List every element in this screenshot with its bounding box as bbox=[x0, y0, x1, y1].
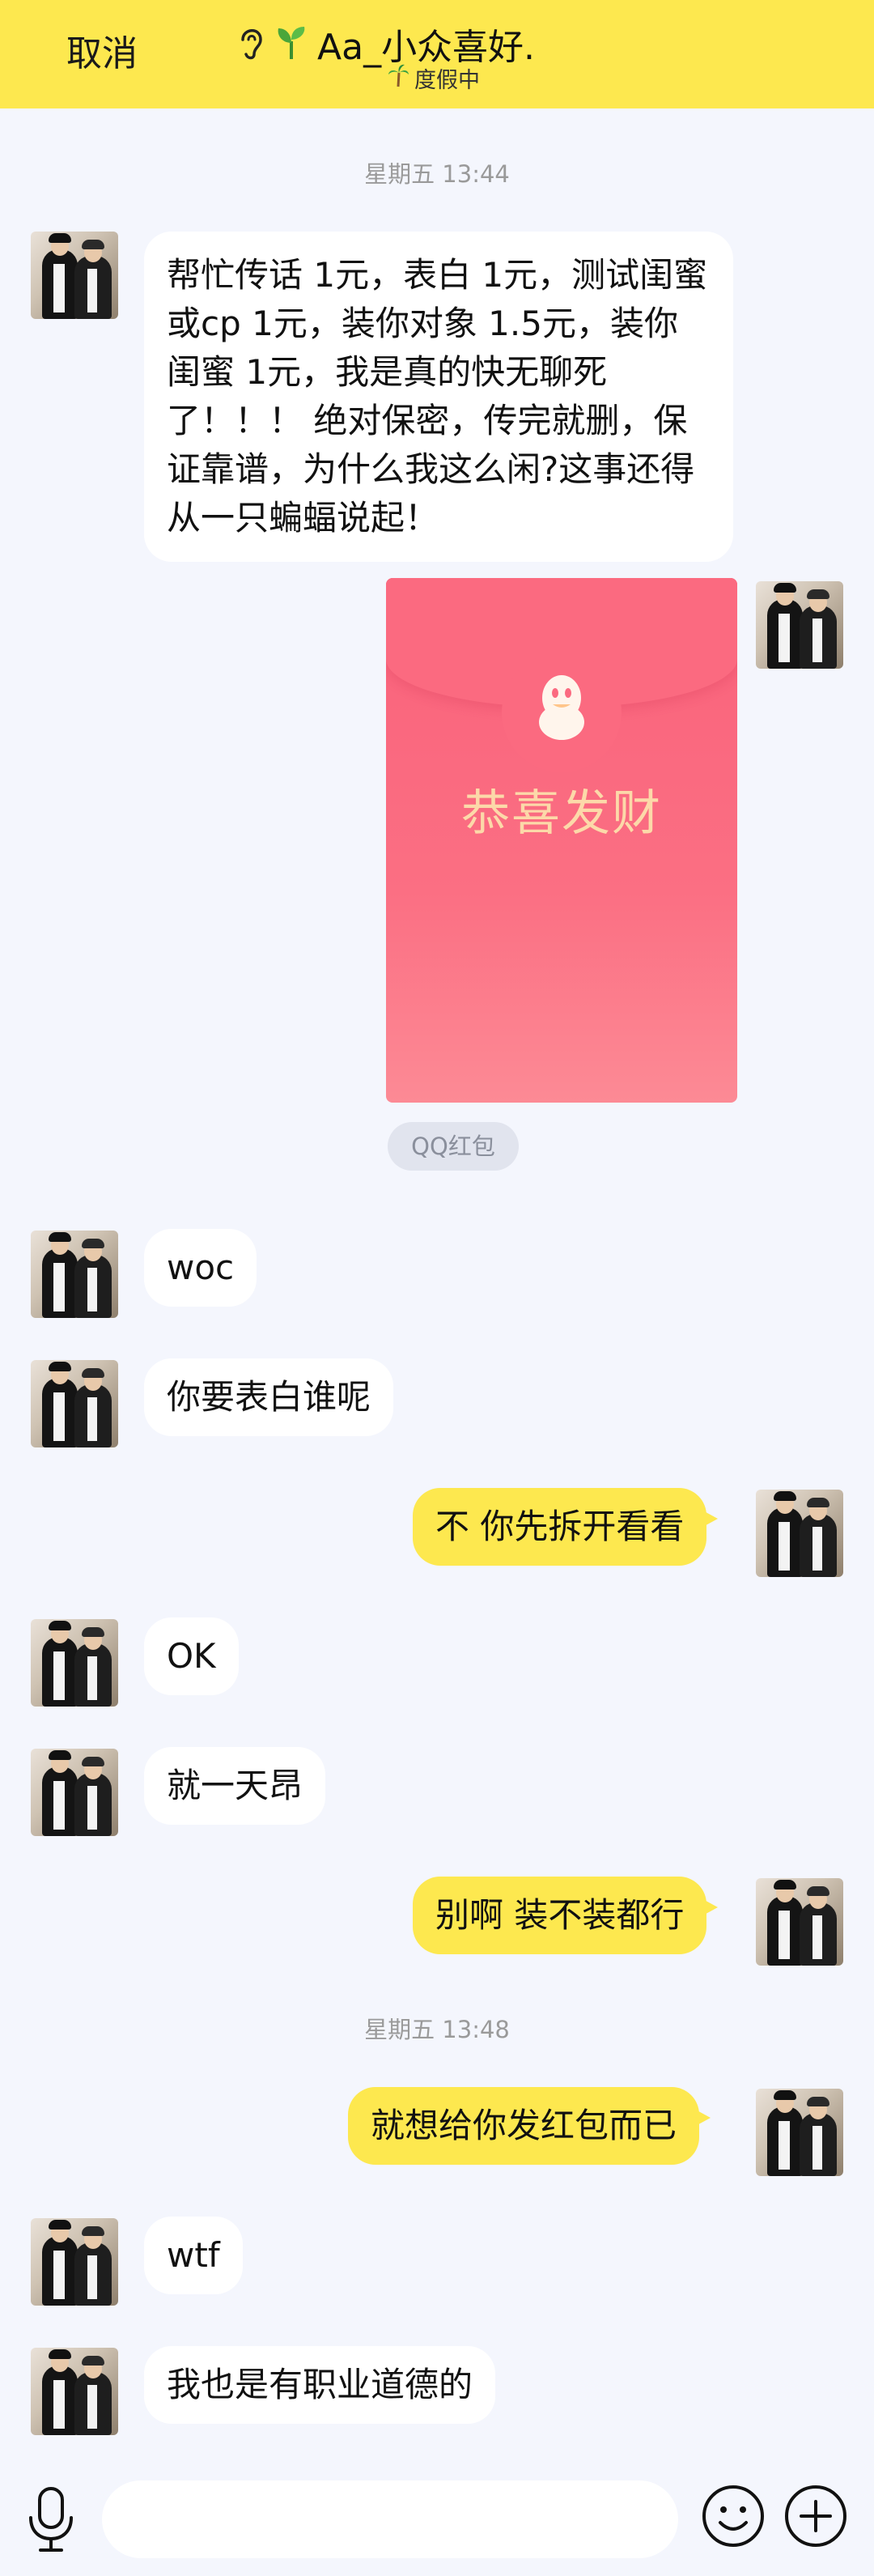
emoji-icon[interactable] bbox=[699, 2482, 767, 2550]
message-bubble-incoming[interactable]: 你要表白谁呢 bbox=[144, 1358, 394, 1436]
ear-icon bbox=[236, 23, 265, 64]
contact-avatar[interactable] bbox=[31, 2218, 118, 2306]
palm-tree-icon bbox=[387, 63, 409, 93]
my-avatar[interactable] bbox=[756, 1490, 843, 1577]
message-input[interactable] bbox=[102, 2480, 678, 2558]
penguin-icon bbox=[539, 675, 584, 740]
contact-status: 度假中 bbox=[387, 63, 480, 93]
contact-avatar[interactable] bbox=[31, 1749, 118, 1836]
contact-avatar[interactable] bbox=[31, 1360, 118, 1447]
message-bubble-incoming[interactable]: woc bbox=[144, 1229, 257, 1307]
plus-icon[interactable] bbox=[782, 2482, 850, 2550]
my-avatar[interactable] bbox=[756, 2089, 843, 2176]
message-bubble-incoming[interactable]: 就一天昂 bbox=[144, 1747, 326, 1825]
contact-title[interactable]: Aa_小众喜好. bbox=[236, 19, 535, 68]
message-bubble-incoming[interactable]: 帮忙传话 1元，表白 1元，测试闺蜜或cp 1元，装你对象 1.5元，装你闺蜜 … bbox=[144, 232, 733, 562]
message-bubble-incoming[interactable]: 我也是有职业道德的 bbox=[144, 2346, 496, 2424]
status-text: 度假中 bbox=[414, 67, 480, 93]
cancel-button[interactable]: 取消 bbox=[66, 31, 138, 78]
input-bar bbox=[0, 2463, 874, 2576]
contact-avatar[interactable] bbox=[31, 1231, 118, 1318]
microphone-icon[interactable] bbox=[24, 2485, 78, 2555]
contact-avatar[interactable] bbox=[31, 1619, 118, 1707]
my-avatar[interactable] bbox=[756, 1878, 843, 1966]
message-bubble-incoming[interactable]: OK bbox=[144, 1617, 239, 1695]
contact-avatar[interactable] bbox=[31, 232, 118, 319]
sprout-icon bbox=[274, 23, 309, 64]
message-bubble-outgoing[interactable]: 别啊 装不装都行 bbox=[413, 1877, 719, 1954]
red-packet-card[interactable]: 恭喜发财 bbox=[386, 578, 737, 1103]
message-bubble-incoming[interactable]: wtf bbox=[144, 2217, 243, 2294]
chat-header: 取消 Aa_小众喜好. 度假中 bbox=[0, 0, 874, 108]
timestamp: 星期五 13:48 bbox=[364, 2016, 510, 2043]
red-packet-greeting: 恭喜发财 bbox=[461, 785, 662, 842]
contact-avatar[interactable] bbox=[31, 2348, 118, 2435]
message-bubble-outgoing[interactable]: 就想给你发红包而已 bbox=[348, 2087, 711, 2165]
message-bubble-outgoing[interactable]: 不 你先拆开看看 bbox=[413, 1488, 719, 1566]
red-packet-tag: QQ红包 bbox=[388, 1122, 519, 1171]
my-avatar[interactable] bbox=[756, 581, 843, 669]
timestamp: 星期五 13:44 bbox=[364, 160, 510, 188]
